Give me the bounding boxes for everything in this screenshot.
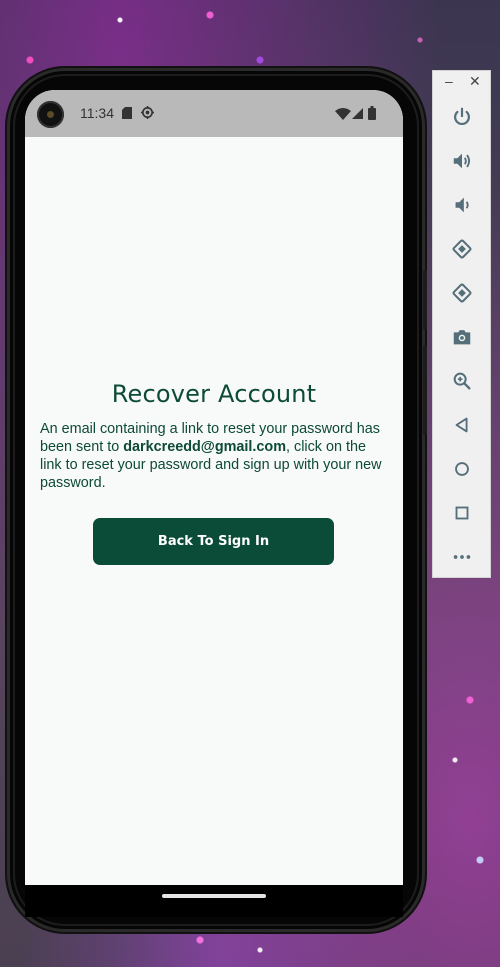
more-button[interactable] xyxy=(433,535,490,579)
back-button[interactable] xyxy=(433,403,490,447)
power-button[interactable] xyxy=(433,95,490,139)
email-address: darkcreedd@gmail.com xyxy=(123,439,287,455)
screenshot-button[interactable] xyxy=(433,315,490,359)
recovery-message: An email containing a link to reset your… xyxy=(40,420,390,492)
volume-up-button[interactable] xyxy=(433,139,490,183)
rotate-right-button[interactable] xyxy=(433,271,490,315)
phone-side-button xyxy=(423,345,427,435)
rotate-left-button[interactable] xyxy=(433,227,490,271)
gesture-nav-bar xyxy=(25,885,403,917)
page-title: Recover Account xyxy=(111,380,317,408)
rotate-left-icon xyxy=(451,239,472,259)
signal-icon xyxy=(352,108,363,119)
more-icon xyxy=(453,555,470,559)
phone-screen: 11:34 Recover Account An email containin… xyxy=(25,90,403,885)
back-to-sign-in-button[interactable]: Back To Sign In xyxy=(93,518,334,565)
volume-down-icon xyxy=(455,197,469,213)
back-icon xyxy=(455,417,467,433)
sd-card-icon xyxy=(122,107,132,119)
minimize-button[interactable]: – xyxy=(445,73,453,89)
power-icon xyxy=(453,107,470,126)
home-gesture-handle[interactable] xyxy=(162,894,266,898)
rotate-right-icon xyxy=(451,283,472,303)
status-time: 11:34 xyxy=(80,105,114,121)
close-button[interactable]: ✕ xyxy=(469,73,481,90)
home-button[interactable] xyxy=(433,447,490,491)
front-camera xyxy=(37,101,64,128)
emulator-toolbar: – ✕ xyxy=(432,70,491,578)
camera-icon xyxy=(453,330,470,345)
home-icon xyxy=(454,462,469,476)
recover-account-page: Recover Account An email containing a li… xyxy=(25,137,403,885)
wifi-icon xyxy=(335,108,351,120)
volume-up-icon xyxy=(453,153,470,169)
volume-down-button[interactable] xyxy=(433,183,490,227)
overview-icon xyxy=(455,506,468,520)
battery-icon xyxy=(368,106,376,120)
gear-icon xyxy=(141,106,154,119)
phone-side-button xyxy=(423,270,427,330)
zoom-icon xyxy=(453,372,471,390)
toolbar-window-controls: – ✕ xyxy=(433,71,490,95)
overview-button[interactable] xyxy=(433,491,490,535)
status-bar: 11:34 xyxy=(25,90,403,137)
zoom-button[interactable] xyxy=(433,359,490,403)
